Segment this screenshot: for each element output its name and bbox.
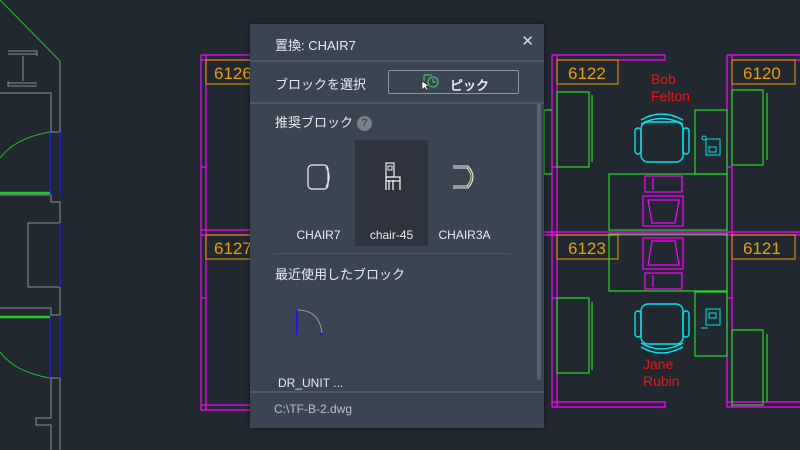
recommended-label: 推奨ブロック (275, 115, 354, 130)
door-swings (0, 131, 61, 379)
room-number: 6122 (568, 64, 606, 83)
occupant-name: Rubin (643, 373, 680, 389)
select-block-label: ブロックを選択 (275, 77, 367, 92)
close-icon[interactable]: ✕ (521, 32, 534, 50)
chair7-icon (307, 164, 330, 190)
block-name: CHAIR3A (438, 228, 491, 242)
cubicle-walls-left (200, 54, 250, 411)
dialog-footer: C:\TF-B-2.dwg (250, 391, 544, 430)
block-tile-chair-45[interactable]: chair-45 (355, 140, 428, 246)
room-number: 6126 (214, 64, 252, 83)
help-icon[interactable]: ? (357, 116, 373, 131)
block-name: CHAIR7 (296, 228, 341, 242)
section-divider (274, 253, 510, 254)
block-name: chair-45 (369, 228, 414, 242)
room-number: 6127 (214, 239, 252, 258)
recent-heading: 最近使用したブロック (275, 267, 406, 282)
room-number: 6123 (568, 239, 606, 258)
occupant-name: Jane (643, 356, 674, 372)
cubicle-walls-right (544, 54, 800, 408)
building-wall (0, 0, 61, 450)
replace-block-dialog: 置換: CHAIR7 ✕ ブロックを選択 ピック 推奨ブロック? CHAIR7 (250, 24, 544, 428)
pick-cursor-icon (421, 74, 439, 91)
block-tile-chair3a[interactable]: CHAIR3A (428, 140, 501, 246)
block-name: DR_UNIT ... (278, 376, 344, 390)
room-number: 6120 (743, 64, 781, 83)
pick-label: ピック (450, 78, 490, 93)
dialog-header: 置換: CHAIR7 ✕ (250, 24, 544, 62)
select-block-row: ブロックを選択 ピック (250, 62, 544, 104)
scrollbar[interactable] (537, 104, 541, 380)
room-number: 6121 (743, 239, 781, 258)
door-unit-icon (295, 309, 323, 335)
chair3a-icon (453, 165, 474, 189)
pick-button[interactable]: ピック (388, 70, 519, 94)
chair-45-icon (385, 162, 401, 190)
occupant-name: Felton (651, 88, 690, 104)
dialog-title: 置換: CHAIR7 (275, 38, 356, 53)
occupant-name: Bob (651, 71, 676, 87)
block-tile-chair7[interactable]: CHAIR7 (282, 140, 355, 246)
office-chair-icon (634, 303, 690, 354)
office-chair-icon (634, 113, 690, 163)
recommended-heading: 推奨ブロック? (275, 112, 373, 131)
block-tile-dr-unit[interactable]: DR_UNIT ... (274, 292, 347, 392)
file-path: C:\TF-B-2.dwg (274, 402, 353, 416)
